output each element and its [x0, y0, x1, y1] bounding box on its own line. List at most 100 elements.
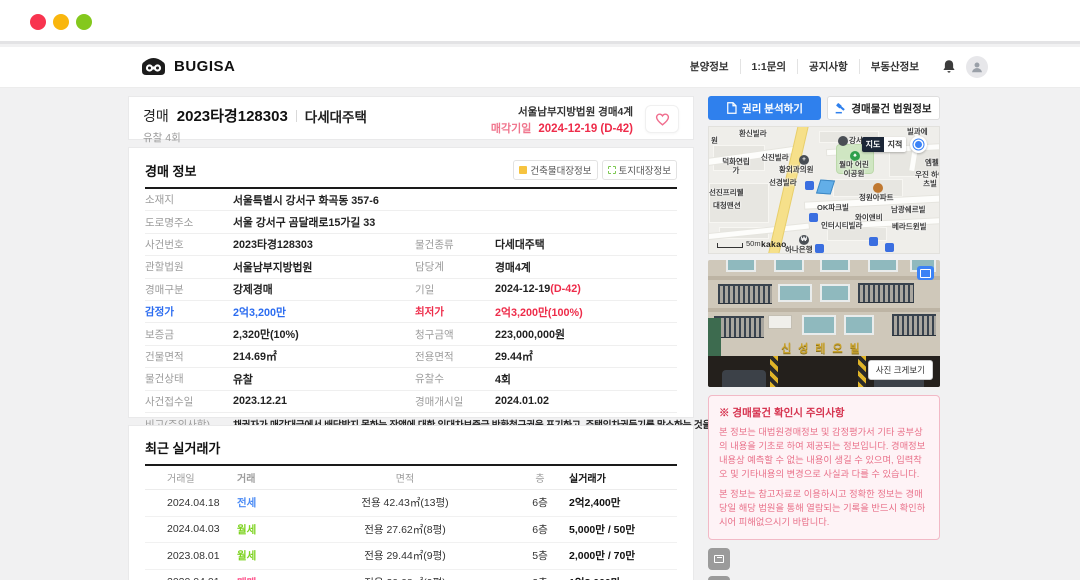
owl-logo-icon [142, 58, 165, 75]
listing-kind: 경매 [143, 107, 169, 124]
info-label: 사건접수일 [145, 395, 194, 408]
user-avatar[interactable] [966, 56, 988, 78]
map-label: 선경빌라 [769, 178, 797, 187]
property-photo[interactable]: 신성레오빌 사진 크게보기 [708, 260, 940, 387]
tx-price: 1억8,000만 [569, 575, 677, 580]
ac-unit [768, 315, 792, 329]
bus-map-icon [809, 213, 818, 222]
court-info-button[interactable]: 경매물건 법원정보 [827, 96, 940, 120]
ledger-buttons: 건축물대장정보 토지대장정보 [513, 160, 677, 180]
transaction-row: 2020.04.01매매전용 30.08㎡(9평)2층1억8,000만 [145, 570, 677, 580]
map-label: 우진 하이츠빌 [915, 170, 939, 188]
favorite-button[interactable] [645, 105, 679, 133]
map-label: 남광쉐르빌 [891, 205, 926, 214]
bus-map-icon [815, 244, 824, 253]
school-map-icon [838, 136, 848, 146]
info-label: 도로명주소 [145, 216, 194, 229]
tx-area: 전용 27.62㎡(8평) [364, 523, 446, 536]
divider [295, 109, 297, 122]
info-value: 서울 강서구 곰달래로15가길 33 [233, 217, 376, 230]
map-label: 인터시티빌라 [821, 221, 863, 230]
window-minimize-button[interactable] [53, 14, 69, 30]
building-sign: 신성레오빌 [781, 343, 867, 355]
map-label: 선진프리웰 [709, 188, 744, 197]
tx-type: 월세 [237, 550, 257, 563]
col-date: 거래일 [167, 474, 195, 485]
info-row: 사건번호 2023타경128303 물건종류 다세대주택 [145, 234, 677, 257]
browser-titlebar [0, 0, 1080, 44]
top-nav: 분양정보 1:1문의 공지사항 부동산정보 [679, 59, 930, 74]
col-price: 실거래가 [569, 474, 606, 485]
info-value: 2023.12.21 [233, 395, 288, 408]
gavel-icon [836, 102, 845, 113]
map-label: 원 [711, 136, 718, 145]
brand-logo[interactable]: BUGISA [140, 56, 235, 76]
info-label: 감정가 [145, 306, 174, 319]
page-icon [714, 554, 724, 563]
tx-floor: 6층 [532, 497, 548, 510]
rights-analysis-button[interactable]: 권리 분석하기 [708, 96, 821, 120]
scroll-to-bottom-button[interactable]: ↓ [708, 575, 730, 580]
col-area: 면적 [395, 474, 415, 485]
info-label: 건물면적 [145, 350, 184, 363]
nav-item[interactable]: 1:1문의 [739, 59, 798, 74]
info-row: 경매구분 강제경매 기일 2024-12-19(D-42) [145, 279, 677, 301]
kakao-map[interactable]: + ♠ ₩ 환신빌라 원 빌과에 강서 덕화연립가 신진빌라 황외과의원 선경빌라 월마 어린이공원… [708, 126, 940, 254]
col-type: 거래 [237, 474, 256, 485]
quick-memo-button[interactable] [708, 547, 730, 570]
info-row: 관할법원 서울남부지방법원 담당계 경매4계 [145, 256, 677, 279]
ledger-button[interactable]: 건축물대장정보 [513, 160, 598, 180]
window-close-button[interactable] [30, 14, 46, 30]
tx-floor: 2층 [511, 575, 569, 580]
window-maximize-button[interactable] [76, 14, 92, 30]
toggle-map-view[interactable]: 지도 [862, 137, 884, 152]
photo-enlarge-button[interactable]: 사진 크게보기 [867, 360, 933, 380]
hospital-map-icon: + [799, 155, 809, 165]
transactions-header: 거래일 거래 면적 층 실거래가 [145, 466, 677, 490]
info-value: 유찰 [233, 373, 253, 386]
info-value: 서울남부지방법원 [233, 261, 313, 274]
notification-bell-icon[interactable] [940, 58, 958, 76]
nav-item[interactable]: 공지사항 [797, 59, 859, 74]
map-locate-button[interactable] [910, 136, 927, 153]
info-value: 4회 [495, 373, 511, 386]
tx-type: 매매 [237, 575, 299, 580]
heart-icon [655, 112, 669, 126]
tx-area: 전용 29.44㎡(9평) [364, 550, 446, 563]
caution-notice: ※ 경매물건 확인시 주의사항 본 정보는 대법원경매정보 및 감정평가서 기타… [708, 395, 940, 540]
info-label: 담당계 [415, 261, 444, 274]
screen: BUGISA 분양정보 1:1문의 공지사항 부동산정보 경매 2023타경12830… [0, 0, 1080, 580]
info-row: 도로명주소 서울 강서구 곰달래로15가길 33 [145, 211, 677, 234]
map-label: OK파크빌 [817, 203, 849, 212]
map-label: 황외과의원 [779, 165, 814, 174]
map-label: 베라드윈빌 [892, 222, 927, 231]
info-label: 전용면적 [415, 350, 454, 363]
nav-item[interactable]: 분양정보 [679, 59, 740, 74]
sale-date-label: 매각기일 [490, 122, 532, 135]
info-row: 사건접수일 2023.12.21 경매개시일 2024.01.02 [145, 391, 677, 413]
info-value: 2,320만(10%) [233, 329, 299, 342]
transaction-row: 2024.04.18 전세 전용 42.43㎡(13평) 6층 2억2,400만 [145, 490, 677, 517]
balcony-railing [718, 284, 772, 304]
sale-date-value: 2024-12-19 (D-42) [538, 122, 633, 135]
info-label: 최저가 [415, 306, 444, 319]
building-icon [519, 166, 528, 174]
ledger-button[interactable]: 토지대장정보 [601, 160, 677, 180]
land-icon [607, 166, 616, 174]
caution-paragraph-2: 본 정보는 참고자료로 이용하시고 정확한 정보는 경매 당일 해당 법원을 통… [719, 488, 926, 527]
transaction-row: 2023.08.01 월세 전용 29.44㎡(9평) 5층 2,000만 / 70만 [145, 543, 677, 570]
tx-floor: 6층 [532, 523, 548, 536]
ledger-button-label: 토지대장정보 [618, 166, 671, 177]
info-label: 보증금 [145, 328, 174, 341]
info-label: 사건번호 [145, 238, 184, 251]
tx-date: 2023.08.01 [167, 549, 220, 562]
info-value: 서울특별시 강서구 화곡동 357-6 [233, 194, 379, 207]
toggle-cadastral-view[interactable]: 지적 [884, 137, 906, 152]
info-row: 보증금 2,320만(10%) 청구금액 223,000,000원 [145, 323, 677, 346]
nav-item[interactable]: 부동산정보 [858, 59, 930, 74]
tx-area: 전용 42.43㎡(13평) [361, 497, 449, 510]
info-value: 경매4계 [495, 261, 531, 274]
listing-title-card: 경매 2023타경128303 다세대주택 유찰 4회 서울남부지방법원 경매4… [128, 96, 694, 144]
map-label: 엠펠 [925, 158, 939, 167]
map-label: 신진빌라 [761, 153, 789, 162]
